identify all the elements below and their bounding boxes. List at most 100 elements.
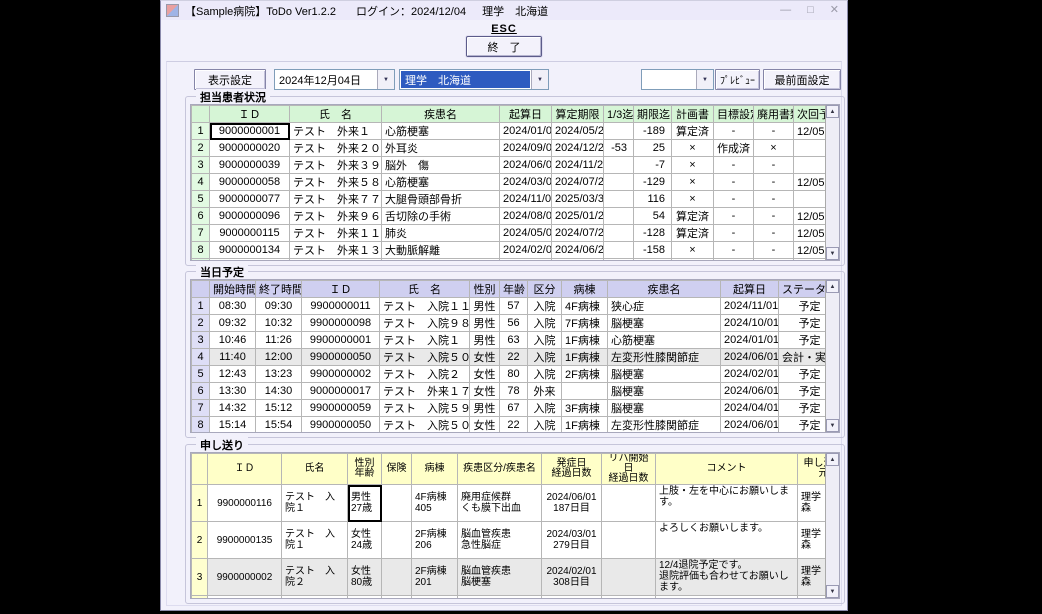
cell-one-third-limit[interactable] bbox=[604, 157, 634, 174]
cell-disease[interactable]: 脳梗塞 bbox=[608, 400, 721, 417]
cell-category[interactable]: 入院 bbox=[528, 417, 562, 433]
cell-plan-doc[interactable]: × bbox=[672, 259, 714, 261]
cell-next-appointment[interactable] bbox=[794, 140, 826, 157]
cell-status[interactable]: 予定 bbox=[779, 383, 826, 400]
cell-disease[interactable]: 外耳炎 bbox=[382, 140, 500, 157]
cell-ward[interactable]: 3F病棟 bbox=[562, 400, 608, 417]
cell-name[interactable]: テスト 外来１５３ bbox=[290, 259, 382, 261]
table-row[interactable]: 69000000096テスト 外来９６舌切除の手術2024/08/012025/… bbox=[192, 208, 826, 225]
staff-select[interactable]: 理学 北海道 ▼ bbox=[399, 69, 549, 90]
cell-ward[interactable]: 2F病棟 201 bbox=[412, 559, 458, 596]
cell-disease[interactable]: 狭心症 bbox=[608, 298, 721, 315]
table-row[interactable]: 19900000116テスト 入院１男性 27歳4F病棟 405廃用症候群 くも… bbox=[192, 485, 826, 522]
cell-age[interactable]: 57 bbox=[500, 298, 528, 315]
cell-handover-from[interactable]: 理学 青森 bbox=[798, 522, 826, 559]
cell-disease[interactable]: 左変形性膝関節症 bbox=[608, 349, 721, 366]
cell-sex-age[interactable]: 女性 24歳 bbox=[348, 522, 382, 559]
cell-days-to-limit[interactable]: 55 bbox=[634, 259, 672, 261]
cell-sex[interactable]: 女性 bbox=[470, 366, 500, 383]
cell-next-appointment[interactable] bbox=[794, 157, 826, 174]
cell-name[interactable]: テスト 入院１ bbox=[282, 485, 348, 522]
cell-one-third-limit[interactable] bbox=[604, 174, 634, 191]
cell-next-appointment[interactable]: 12/05(木) bbox=[794, 123, 826, 140]
cell-comment[interactable]: よろしくお願いします。 bbox=[656, 522, 798, 559]
cell-name[interactable]: テスト 入院９８ bbox=[380, 315, 470, 332]
cell-days-to-limit[interactable]: -158 bbox=[634, 242, 672, 259]
cell-calc-deadline[interactable]: 2024/05/29 bbox=[552, 123, 604, 140]
scroll-down-button[interactable]: ▼ bbox=[826, 247, 839, 260]
scroll-up-button[interactable]: ▲ bbox=[826, 453, 839, 466]
cell-disease[interactable]: 舌切除の手術 bbox=[382, 208, 500, 225]
scrollbar-track[interactable] bbox=[826, 293, 839, 419]
cell-ward[interactable]: 1F病棟 bbox=[562, 417, 608, 433]
cell-days-to-limit[interactable]: 116 bbox=[634, 191, 672, 208]
cell-disease[interactable]: 脳梗塞 bbox=[608, 383, 721, 400]
cell-onset-date-days[interactable]: 2024/02/01 308日目 bbox=[542, 559, 602, 596]
table-row[interactable]: 89000000134テスト 外来１３４大動脈解離2024/02/012024/… bbox=[192, 242, 826, 259]
cell-status[interactable]: 予定 bbox=[779, 332, 826, 349]
table-row[interactable]: 29900000135テスト 入院１女性 24歳2F病棟 206脳血管疾患 急性… bbox=[192, 522, 826, 559]
cell-name[interactable]: テスト 外来１１５ bbox=[290, 225, 382, 242]
cell-id[interactable]: 9900000116 bbox=[208, 485, 282, 522]
cell-name[interactable]: テスト 外来１７ bbox=[380, 383, 470, 400]
cell-id[interactable]: 9000000153 bbox=[210, 259, 290, 261]
cell-category[interactable]: 入院 bbox=[528, 332, 562, 349]
cell-disuse-doc[interactable]: × bbox=[754, 140, 794, 157]
cell-start-date[interactable]: 2024/01/01 bbox=[721, 332, 779, 349]
cell-start-time[interactable]: 09:32 bbox=[210, 315, 256, 332]
cell-ward[interactable]: 2F病棟 206 bbox=[412, 522, 458, 559]
close-icon[interactable]: ✕ bbox=[830, 5, 839, 16]
cell-goal-setting[interactable]: 作成済 bbox=[714, 140, 754, 157]
table-row[interactable]: 411:4012:009900000050テスト 入院５０女性22入院1F病棟左… bbox=[192, 349, 826, 366]
cell-start-date[interactable]: 2024/06/01 bbox=[721, 417, 779, 433]
cell-sex-age[interactable]: 男性 27歳 bbox=[348, 485, 382, 522]
cell-age[interactable]: 22 bbox=[500, 417, 528, 433]
cell-goal-setting[interactable]: - bbox=[714, 191, 754, 208]
cell-name[interactable]: テスト 外来５８ bbox=[290, 174, 382, 191]
cell-disease[interactable]: 大腿骨頭部骨折 bbox=[382, 191, 500, 208]
cell-id[interactable]: 9000000058 bbox=[210, 174, 290, 191]
cell-next-appointment[interactable]: 12/05(木) bbox=[794, 242, 826, 259]
cell-disuse-doc[interactable]: - bbox=[754, 157, 794, 174]
cell-end-time[interactable]: 15:12 bbox=[256, 400, 302, 417]
cell-disease-category-name[interactable]: 脳血管疾患 脳梗塞 bbox=[458, 559, 542, 596]
scroll-down-button[interactable]: ▼ bbox=[826, 585, 839, 598]
cell-id[interactable]: 9000000020 bbox=[210, 140, 290, 157]
cell-calc-deadline[interactable]: 2025/03/30 bbox=[552, 191, 604, 208]
display-settings-button[interactable]: 表示設定 bbox=[194, 69, 266, 90]
cell-disuse-doc[interactable]: - bbox=[754, 242, 794, 259]
cell-days-to-limit[interactable]: 25 bbox=[634, 140, 672, 157]
minimize-icon[interactable]: — bbox=[780, 5, 791, 16]
cell-days-to-limit[interactable]: 54 bbox=[634, 208, 672, 225]
cell-name[interactable]: テスト 入院２ bbox=[282, 559, 348, 596]
cell-plan-doc[interactable]: 算定済 bbox=[672, 225, 714, 242]
cell-age[interactable]: 22 bbox=[500, 349, 528, 366]
cell-start-time[interactable]: 11:40 bbox=[210, 349, 256, 366]
cell-disease[interactable]: 心筋梗塞 bbox=[382, 174, 500, 191]
cell-disuse-doc[interactable]: - bbox=[754, 123, 794, 140]
table-row[interactable]: 99000000153テスト 外来１５３肺炎による廃用症候群2024/10/01… bbox=[192, 259, 826, 261]
cell-id[interactable]: 9900000011 bbox=[302, 298, 380, 315]
cell-disease[interactable]: 肺炎による廃用症候群 bbox=[382, 259, 500, 261]
cell-calc-deadline[interactable]: 2025/01/28 bbox=[552, 259, 604, 261]
cell-one-third-limit[interactable] bbox=[604, 259, 634, 261]
cell-disease[interactable]: 左変形性膝関節症 bbox=[608, 417, 721, 433]
cell-name[interactable]: テスト 入院１１ bbox=[380, 298, 470, 315]
cell-disease[interactable]: 肺炎 bbox=[382, 225, 500, 242]
cell-name[interactable]: テスト 外来７７ bbox=[290, 191, 382, 208]
cell-status[interactable]: 予定 bbox=[779, 315, 826, 332]
cell-sex[interactable]: 男性 bbox=[470, 298, 500, 315]
cell-start-time[interactable]: 10:46 bbox=[210, 332, 256, 349]
cell-one-third-limit[interactable]: -53 bbox=[604, 140, 634, 157]
cell-plan-doc[interactable]: 算定済 bbox=[672, 123, 714, 140]
cell-end-time[interactable]: 14:30 bbox=[256, 383, 302, 400]
cell-id[interactable]: 9900000135 bbox=[208, 522, 282, 559]
cell-start-time[interactable]: 15:14 bbox=[210, 417, 256, 433]
table-row[interactable]: 613:3014:309000000017テスト 外来１７女性78外来脳梗塞20… bbox=[192, 383, 826, 400]
cell-handover-from[interactable]: 理学 青森 bbox=[798, 485, 826, 522]
cell-id[interactable]: 9900000002 bbox=[302, 366, 380, 383]
cell-onset-date-days[interactable]: 2024/03/01 279日目 bbox=[542, 522, 602, 559]
cell-disuse-doc[interactable]: - bbox=[754, 174, 794, 191]
cell-age[interactable]: 67 bbox=[500, 400, 528, 417]
cell-sex[interactable]: 女性 bbox=[470, 383, 500, 400]
